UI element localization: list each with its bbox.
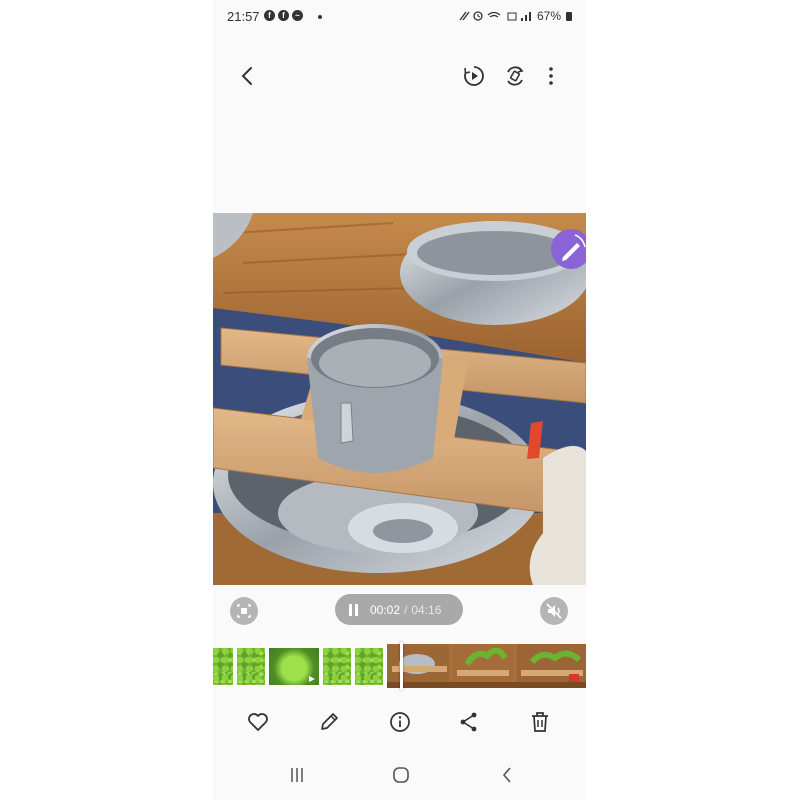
viewer-top-bar bbox=[213, 56, 586, 96]
status-bar: 21:57 f f ~ 67% bbox=[213, 0, 586, 32]
video-player-button[interactable] bbox=[462, 64, 486, 88]
mute-button[interactable] bbox=[540, 597, 568, 625]
video-strip-frames bbox=[387, 644, 586, 688]
favorite-button[interactable] bbox=[246, 710, 270, 734]
status-right: 67% bbox=[458, 9, 572, 23]
home-button[interactable] bbox=[390, 764, 412, 786]
rotate-button[interactable] bbox=[503, 64, 527, 88]
mute-icon bbox=[546, 603, 562, 619]
bottom-toolbar bbox=[213, 706, 586, 738]
timeline-filmstrip[interactable] bbox=[213, 642, 586, 690]
status-time: 21:57 bbox=[227, 9, 260, 24]
chevron-left-icon bbox=[241, 67, 252, 85]
video-frame[interactable] bbox=[213, 213, 586, 585]
home-icon bbox=[393, 767, 409, 783]
phone-screen: 21:57 f f ~ 67% 00:02 / 04:16 bbox=[213, 0, 586, 800]
share-button[interactable] bbox=[457, 710, 481, 734]
pause-icon[interactable] bbox=[349, 603, 359, 616]
timeline-thumbnail[interactable] bbox=[269, 648, 319, 685]
edit-icon bbox=[321, 713, 338, 730]
signal-icons bbox=[459, 11, 531, 21]
edit-button[interactable] bbox=[317, 710, 341, 734]
timeline-thumbnail[interactable] bbox=[213, 648, 233, 685]
playhead-scrubber[interactable] bbox=[400, 642, 403, 690]
capture-frame-icon bbox=[237, 604, 251, 618]
duration: 04:16 bbox=[411, 602, 442, 617]
back-icon bbox=[502, 767, 511, 783]
capture-frame-button[interactable] bbox=[230, 597, 258, 625]
notification-icons: f f ~ bbox=[264, 10, 303, 21]
more-notifications-dot bbox=[318, 15, 322, 19]
recent-apps-button[interactable] bbox=[286, 764, 308, 786]
info-icon bbox=[390, 712, 410, 732]
delete-icon bbox=[532, 712, 548, 732]
time-separator: / bbox=[404, 602, 408, 617]
playback-pill[interactable]: 00:02 / 04:16 bbox=[335, 594, 463, 625]
more-options-icon bbox=[549, 67, 553, 85]
back-nav-button[interactable] bbox=[496, 764, 518, 786]
current-video-strip[interactable] bbox=[387, 644, 586, 688]
current-time: 00:02 bbox=[370, 602, 401, 617]
battery-percent: 67% bbox=[536, 9, 561, 23]
system-nav-bar bbox=[213, 760, 586, 790]
timeline-thumbnail[interactable] bbox=[355, 648, 383, 685]
battery-icon bbox=[566, 11, 572, 21]
timeline-thumbnail[interactable] bbox=[323, 648, 351, 685]
info-button[interactable] bbox=[388, 710, 412, 734]
rotate-icon bbox=[507, 66, 524, 86]
messenger-icon: ~ bbox=[292, 10, 303, 21]
share-icon bbox=[460, 712, 477, 732]
favorite-icon bbox=[248, 713, 268, 731]
delete-button[interactable] bbox=[528, 710, 552, 734]
facebook-icon: f bbox=[264, 10, 275, 21]
video-image bbox=[213, 213, 586, 585]
back-button[interactable] bbox=[235, 62, 259, 90]
play-icon bbox=[309, 676, 315, 682]
timeline-thumbnail[interactable] bbox=[237, 648, 265, 685]
recent-apps-icon bbox=[291, 768, 303, 782]
facebook-icon: f bbox=[278, 10, 289, 21]
video-player-icon bbox=[464, 66, 484, 86]
more-options-button[interactable] bbox=[543, 64, 559, 88]
